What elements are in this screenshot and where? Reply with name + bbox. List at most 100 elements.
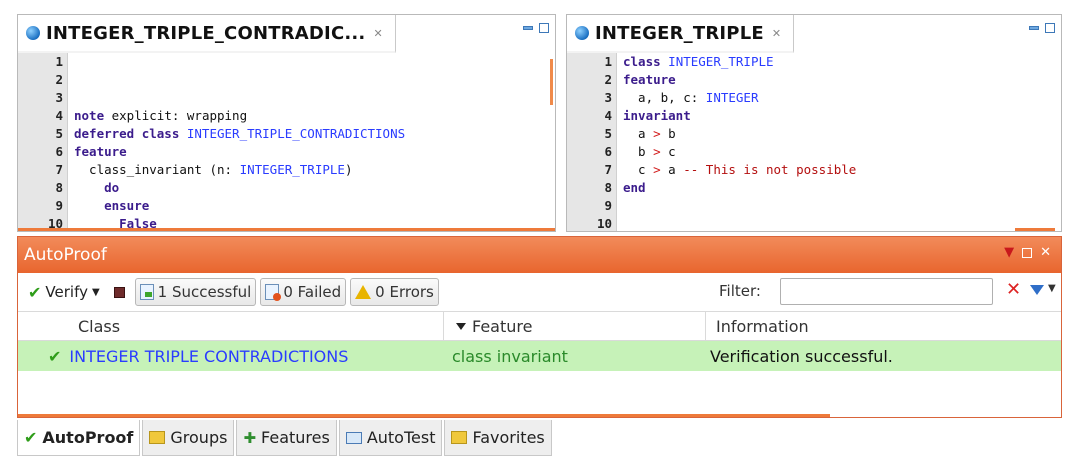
code-token: feature [623,72,676,87]
maximize-icon[interactable] [1022,247,1033,258]
code-token: INTEGER_TRIPLE [660,54,774,69]
close-icon[interactable]: ✕ [1040,245,1051,260]
filter-funnel-icon[interactable] [1030,285,1044,295]
chevron-down-icon[interactable]: ▼ [92,287,100,298]
tab-features[interactable]: ✚ Features [236,420,337,456]
code-editor[interactable]: 1 2 3 4 5 6 7 8 9 10 note explicit: wrapping defer… [18,53,555,231]
code-editor[interactable]: 1 2 3 4 5 6 7 8 9 10 class INTEGER_TRIPLE feature … [567,53,1061,231]
check-icon: ✔ [28,282,42,302]
code-line[interactable]: a, b, c: INTEGER [623,89,1061,107]
code-line[interactable]: note explicit: wrapping [74,107,555,125]
code-token: class_invariant (n: [74,162,240,177]
code-line[interactable]: class_invariant (n: INTEGER_TRIPLE) [74,161,555,179]
code-line[interactable]: end [623,179,1061,197]
pane-controls [523,23,549,33]
editor-pane-integer-triple: INTEGER_TRIPLE ✕ 1 2 3 4 5 6 7 8 9 10 class INTEG… [566,14,1062,232]
code-token: note [74,108,105,123]
horizontal-scrollbar[interactable] [18,228,555,231]
code-token: > [653,162,661,177]
code-token: deferred class [74,126,180,141]
filter-input[interactable] [780,278,993,305]
code-token: invariant [623,108,691,123]
tab-label: Features [261,428,330,447]
line-number: 10 [596,216,612,231]
clear-filter-icon[interactable]: ✕ [1006,279,1021,300]
pin-icon[interactable]: ▼ [1004,245,1014,260]
maximize-icon[interactable] [1045,23,1055,33]
code-line[interactable]: a > b [623,125,1061,143]
chevron-down-icon[interactable]: ▼ [1048,283,1056,294]
column-label: Feature [472,316,533,336]
code-text[interactable]: note explicit: wrapping deferred class IN… [68,53,555,231]
tab-label: AutoTest [366,428,436,447]
code-line[interactable]: b > c [623,143,1061,161]
line-number: 8 [604,180,612,195]
successful-toggle-button[interactable]: 1 Successful [134,278,257,306]
editor-tabbar: INTEGER_TRIPLE_CONTRADIC... ✕ [18,15,555,53]
code-token: c [623,162,654,177]
code-token: c [660,144,676,159]
close-icon[interactable]: ✕ [373,27,382,40]
line-number: 2 [55,72,63,87]
code-line[interactable] [623,215,1061,231]
horizontal-scrollbar[interactable] [1015,228,1055,231]
panel-header: AutoProof ▼ ✕ [18,237,1061,273]
code-token: b [623,144,654,159]
failed-document-icon [265,284,282,301]
code-text[interactable]: class INTEGER_TRIPLE feature a, b, c: INT… [617,53,1061,231]
code-line[interactable]: feature [74,143,555,161]
column-header-feature[interactable]: Feature [444,312,706,340]
minimize-icon[interactable] [523,26,533,30]
tab-label: Favorites [472,428,545,447]
line-number: 3 [604,90,612,105]
code-line[interactable]: class INTEGER_TRIPLE [623,53,1061,71]
horizontal-scrollbar[interactable] [18,414,830,417]
autoproof-panel: AutoProof ▼ ✕ ✔ Verify ▼ 1 Successful 0 … [17,236,1062,418]
line-number-gutter: 1 2 3 4 5 6 7 8 9 10 [567,53,617,231]
code-token: b [660,126,676,141]
line-number: 4 [604,108,612,123]
line-number: 9 [55,198,63,213]
line-number: 1 [55,54,63,69]
tab-autotest[interactable]: AutoTest [338,420,443,456]
line-number: 5 [55,126,63,141]
code-line[interactable] [623,197,1061,215]
tab-favorites[interactable]: Favorites [444,420,552,456]
column-header-information[interactable]: Information [706,312,1061,340]
line-number: 5 [604,126,612,141]
line-number: 9 [604,198,612,213]
folder-icon [149,431,166,444]
editor-tab-title: INTEGER_TRIPLE_CONTRADIC... [46,22,366,44]
favorites-icon [451,431,468,444]
verify-button[interactable]: ✔ Verify ▼ [24,283,104,302]
errors-toggle-button[interactable]: 0 Errors [350,278,439,306]
table-row[interactable]: ✔ INTEGER TRIPLE CONTRADICTIONS class in… [18,341,1061,371]
success-document-icon [139,284,154,300]
code-line[interactable]: ensure [74,197,555,215]
code-token: a [660,162,684,177]
column-header-class[interactable]: Class [18,312,444,340]
autotest-icon [345,431,362,444]
editor-tab-right[interactable]: INTEGER_TRIPLE ✕ [567,15,795,53]
check-icon: ✔ [48,346,62,366]
minimize-icon[interactable] [1029,26,1039,30]
code-token: class [623,54,661,69]
maximize-icon[interactable] [539,23,549,33]
editor-tab-title: INTEGER_TRIPLE [595,22,764,44]
failed-toggle-button[interactable]: 0 Failed [260,278,347,306]
close-icon[interactable]: ✕ [772,27,781,40]
editor-tab-left[interactable]: INTEGER_TRIPLE_CONTRADIC... ✕ [18,15,396,53]
code-line[interactable]: deferred class INTEGER_TRIPLE_CONTRADICT… [74,125,555,143]
tab-label: Groups [170,428,228,447]
stop-icon[interactable] [113,286,125,298]
code-line[interactable]: c > a -- This is not possible [623,161,1061,179]
successful-count: 1 Successful [157,283,252,301]
code-line[interactable]: do [74,179,555,197]
tab-autoproof[interactable]: ✔ AutoProof [17,420,141,456]
tab-groups[interactable]: Groups [142,420,235,456]
code-line[interactable]: invariant [623,107,1061,125]
vertical-scrollbar[interactable] [550,59,553,105]
editor-tabbar: INTEGER_TRIPLE ✕ [567,15,1061,53]
code-token: INTEGER [705,90,759,105]
code-line[interactable]: feature [623,71,1061,89]
